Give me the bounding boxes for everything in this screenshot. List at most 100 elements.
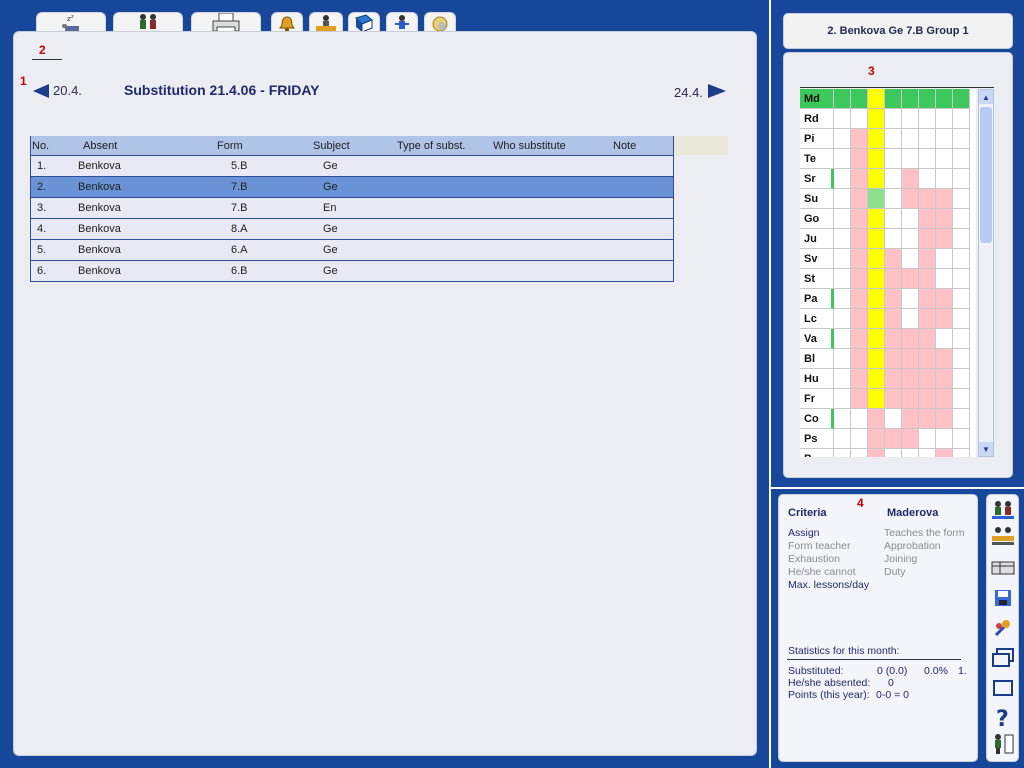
grid-row[interactable]: Su [800,189,976,209]
grid-row[interactable]: Va [800,329,976,349]
grid-cell[interactable] [868,189,885,209]
grid-row[interactable]: Rd [800,109,976,129]
grid-cell[interactable] [919,409,936,429]
col-subject[interactable]: Subject [303,136,385,156]
grid-cell[interactable] [953,369,970,389]
grid-cell[interactable] [953,129,970,149]
grid-cell[interactable] [936,289,953,309]
grid-cell[interactable] [919,249,936,269]
grid-cell[interactable] [885,89,902,109]
teacher-name[interactable]: Md [800,89,834,109]
prev-day-arrow-icon[interactable] [33,84,49,98]
grid-cell[interactable] [902,149,919,169]
grid-cell[interactable] [834,349,851,369]
grid-cell[interactable] [936,249,953,269]
grid-cell[interactable] [834,249,851,269]
teacher-name[interactable]: Co [800,409,834,429]
grid-cell[interactable] [834,89,851,109]
help-button[interactable]: ? [990,707,1015,729]
grid-cell[interactable] [851,189,868,209]
teacher-name[interactable]: Go [800,209,834,229]
criterion-duty[interactable]: Duty [884,566,906,578]
next-day-arrow-icon[interactable] [708,84,726,98]
teacher-name[interactable]: Te [800,149,834,169]
grid-cell[interactable] [902,89,919,109]
grid-cell[interactable] [868,169,885,189]
grid-cell[interactable] [851,289,868,309]
col-absent[interactable]: Absent [72,136,199,156]
grid-cell[interactable] [919,389,936,409]
teacher-name[interactable]: Sr [800,169,834,189]
teacher-name[interactable]: St [800,269,834,289]
grid-scrollbar[interactable]: ▲ ▼ [978,89,994,457]
grid-cell[interactable] [902,389,919,409]
grid-cell[interactable] [936,149,953,169]
criterion-approbation[interactable]: Approbation [884,540,941,552]
grid-cell[interactable] [885,349,902,369]
grid-cell[interactable] [851,169,868,189]
grid-cell[interactable] [953,209,970,229]
grid-cell[interactable] [936,349,953,369]
grid-cell[interactable] [936,269,953,289]
grid-cell[interactable] [953,409,970,429]
grid-cell[interactable] [834,209,851,229]
col-who[interactable]: Who substitute [493,136,613,156]
grid-cell[interactable] [851,309,868,329]
grid-cell[interactable] [868,269,885,289]
grid-cell[interactable] [834,389,851,409]
grid-cell[interactable] [953,449,970,457]
teachers-button[interactable] [990,499,1015,521]
grid-cell[interactable] [936,129,953,149]
table-row[interactable]: 5. Benkova 6.A Ge [30,239,674,261]
grid-cell[interactable] [885,149,902,169]
grid-cell[interactable] [834,329,851,349]
grid-row[interactable]: Ju [800,229,976,249]
grid-cell[interactable] [885,209,902,229]
criterion-max-lessons[interactable]: Max. lessons/day [788,579,869,591]
teacher-availability-grid[interactable]: MdRdPiTeSrSuGoJuSvStPaLcVaBlHuFrCoPsP [800,89,976,457]
grid-cell[interactable] [834,449,851,457]
grid-row[interactable]: Te [800,149,976,169]
grid-cell[interactable] [953,429,970,449]
grid-row[interactable]: P [800,449,976,457]
grid-cell[interactable] [851,369,868,389]
grid-row[interactable]: Ps [800,429,976,449]
grid-cell[interactable] [919,269,936,289]
grid-cell[interactable] [885,329,902,349]
grid-cell[interactable] [919,169,936,189]
grid-cell[interactable] [902,369,919,389]
grid-cell[interactable] [902,129,919,149]
col-form[interactable]: Form [199,136,303,156]
grid-cell[interactable] [919,449,936,457]
grid-cell[interactable] [919,429,936,449]
teacher-name[interactable]: Va [800,329,834,349]
grid-row[interactable]: Go [800,209,976,229]
save-button[interactable] [990,587,1015,609]
grid-cell[interactable] [953,269,970,289]
teacher-name[interactable]: Su [800,189,834,209]
grid-cell[interactable] [885,249,902,269]
grid-cell[interactable] [834,369,851,389]
grid-cell[interactable] [936,109,953,129]
grid-cell[interactable] [902,409,919,429]
grid-cell[interactable] [919,89,936,109]
grid-cell[interactable] [868,329,885,349]
grid-row[interactable]: Bl [800,349,976,369]
grid-cell[interactable] [953,189,970,209]
table-row[interactable]: 1. Benkova 5.B Ge [30,155,674,177]
grid-cell[interactable] [851,229,868,249]
grid-cell[interactable] [953,109,970,129]
grid-cell[interactable] [885,289,902,309]
grid-cell[interactable] [885,309,902,329]
grid-cell[interactable] [868,249,885,269]
grid-cell[interactable] [953,89,970,109]
grid-row[interactable]: Co [800,409,976,429]
table-row[interactable]: 6. Benkova 6.B Ge [30,260,674,282]
grid-cell[interactable] [902,109,919,129]
grid-cell[interactable] [851,409,868,429]
grid-cell[interactable] [919,149,936,169]
grid-cell[interactable] [953,349,970,369]
teacher-name[interactable]: Pi [800,129,834,149]
grid-cell[interactable] [936,409,953,429]
grid-cell[interactable] [834,169,851,189]
